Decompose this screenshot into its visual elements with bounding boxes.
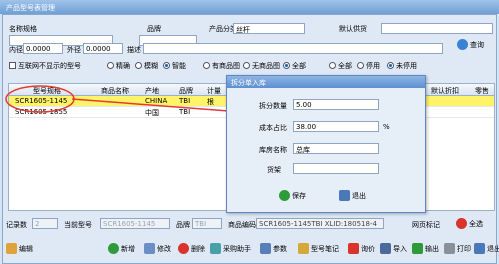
exit-icon	[474, 243, 485, 254]
import-button[interactable]: 导入	[380, 243, 407, 254]
price-button[interactable]: 询价	[348, 243, 375, 254]
web-mark-label: 网页标记	[412, 221, 440, 229]
status-brand-value: TBI	[192, 218, 222, 229]
product-code-value: SCR1605-1145TBI XLID:180518-4	[256, 218, 384, 229]
model-notes-button[interactable]: 型号笔记	[298, 243, 339, 254]
purchase-helper-button[interactable]: 采购助手	[210, 243, 251, 254]
split-inbound-dialog: 拆分单入库 拆分数量 5.00 成本占比 38.00 % 库房名称 总库 货架 …	[226, 75, 426, 213]
product-code-label: 商品编码	[228, 221, 256, 229]
exit-icon	[339, 190, 350, 201]
record-count-label: 记录数	[6, 221, 27, 229]
params-button[interactable]: 参数	[260, 243, 287, 254]
delete-icon	[178, 243, 189, 254]
record-count-value: 2	[32, 218, 58, 229]
print-icon	[444, 243, 455, 254]
print-button[interactable]: 打印	[444, 243, 471, 254]
select-all-button[interactable]: 全选	[456, 218, 483, 229]
params-icon	[260, 243, 271, 254]
add-icon	[108, 243, 119, 254]
shelf-input[interactable]	[293, 163, 379, 174]
cost-ratio-label: 成本占比	[259, 124, 287, 132]
highlight-ellipse	[5, 85, 75, 113]
current-model-label: 当前型号	[64, 221, 92, 229]
check-icon	[279, 190, 290, 201]
cost-ratio-input[interactable]: 38.00	[293, 121, 379, 132]
cost-ratio-unit: %	[383, 123, 390, 131]
warehouse-input[interactable]: 总库	[293, 143, 379, 154]
add-button[interactable]: 新增	[108, 243, 135, 254]
dialog-exit-button[interactable]: 退出	[339, 190, 366, 201]
price-icon	[348, 243, 359, 254]
delete-button[interactable]: 删除	[178, 243, 205, 254]
export-button[interactable]: 输出	[412, 243, 439, 254]
select-all-icon	[456, 218, 467, 229]
edit-button[interactable]: 编辑	[6, 243, 33, 254]
split-qty-input[interactable]: 5.00	[293, 99, 379, 110]
exit-button[interactable]: 退出	[474, 243, 499, 254]
export-icon	[412, 243, 423, 254]
current-model-value: SCR1605-1145	[100, 218, 170, 229]
bottom-toolbar: 编辑 新增 修改 删除 采购助手 参数 型号笔记 询价 导入 输出 打印 退出	[4, 240, 499, 258]
dialog-title: 拆分单入库	[227, 76, 425, 88]
purchase-helper-icon	[210, 243, 221, 254]
warehouse-label: 库房名称	[259, 146, 287, 154]
modify-icon	[144, 243, 155, 254]
status-brand-label: 品牌	[176, 221, 190, 229]
modify-button[interactable]: 修改	[144, 243, 171, 254]
dialog-save-button[interactable]: 保存	[279, 190, 306, 201]
shelf-label: 货架	[267, 166, 281, 174]
notes-icon	[298, 243, 309, 254]
split-qty-label: 拆分数量	[259, 102, 287, 110]
edit-icon	[6, 243, 17, 254]
import-icon	[380, 243, 391, 254]
